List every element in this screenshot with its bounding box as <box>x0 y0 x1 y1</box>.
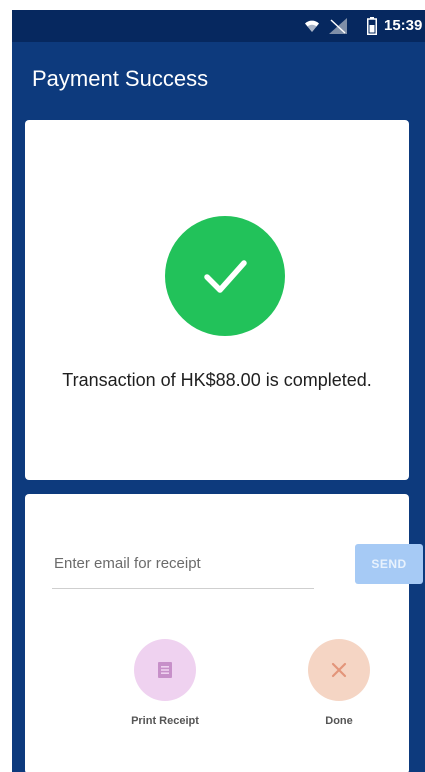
done-label: Done <box>325 715 353 727</box>
success-badge <box>165 216 285 336</box>
signal-icon <box>329 18 347 34</box>
print-receipt-label: Print Receipt <box>131 715 199 727</box>
receipt-card: SEND Print Receipt Done <box>25 494 423 772</box>
print-receipt-button[interactable]: Print Receipt <box>115 639 215 727</box>
status-time: 15:39 <box>384 17 423 34</box>
email-field[interactable] <box>52 538 314 589</box>
checkmark-icon <box>204 260 247 293</box>
transaction-message: Transaction of HK$88.00 is completed. <box>62 370 372 390</box>
close-icon <box>331 662 347 678</box>
app-bar: Payment Success <box>12 42 425 120</box>
send-button[interactable]: SEND <box>355 544 423 584</box>
result-card: Transaction of HK$88.00 is completed. <box>25 120 409 480</box>
page-title: Payment Success <box>32 66 209 91</box>
wifi-icon <box>305 20 319 32</box>
done-button[interactable]: Done <box>289 639 389 727</box>
payment-success-screen: 15:39 Payment Success Transaction of HK$… <box>12 10 425 772</box>
receipt-icon <box>158 662 172 678</box>
battery-icon <box>367 17 377 35</box>
done-circle[interactable] <box>308 639 370 701</box>
print-receipt-circle[interactable] <box>134 639 196 701</box>
status-bar: 15:39 <box>12 10 425 42</box>
